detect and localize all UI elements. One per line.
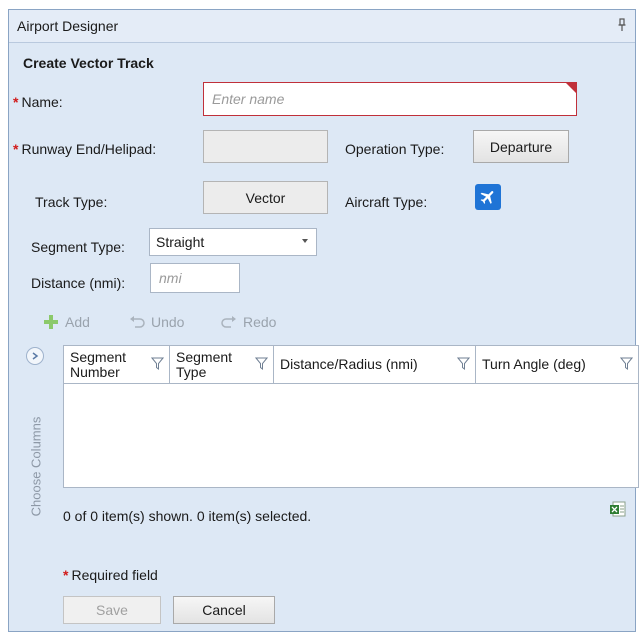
column-header-turn-angle[interactable]: Turn Angle (deg) xyxy=(476,346,638,383)
segments-grid: Segment Number Segment Type Distance/Rad… xyxy=(63,345,639,488)
add-label: Add xyxy=(65,314,90,330)
required-mark: * xyxy=(13,94,19,110)
add-icon xyxy=(44,315,58,329)
column-header-distance-radius[interactable]: Distance/Radius (nmi) xyxy=(274,346,476,383)
filter-icon[interactable] xyxy=(255,357,268,370)
column-label: Segment Number xyxy=(70,348,127,380)
expand-columns-button[interactable] xyxy=(26,347,44,365)
runway-label: * Runway End/Helipad: xyxy=(13,141,156,157)
distance-label: Distance (nmi): xyxy=(31,275,126,291)
name-input[interactable]: Enter name xyxy=(203,82,577,116)
chevron-down-icon xyxy=(302,239,308,243)
validation-error-indicator xyxy=(566,83,576,93)
redo-label: Redo xyxy=(243,314,277,330)
required-mark: * xyxy=(13,141,19,157)
choose-columns-strip[interactable]: Choose Columns xyxy=(23,347,49,615)
filter-icon[interactable] xyxy=(457,357,470,370)
required-field-note: * Required field xyxy=(63,567,158,583)
required-field-text: Required field xyxy=(71,567,158,583)
form-title: Create Vector Track xyxy=(23,55,154,71)
segment-type-value: Straight xyxy=(156,234,205,250)
grid-status-text: 0 of 0 item(s) shown. 0 item(s) selected… xyxy=(63,508,312,524)
track-type-field: Vector xyxy=(203,181,328,214)
add-button[interactable]: Add xyxy=(43,314,90,330)
operation-type-button[interactable]: Departure xyxy=(473,130,569,163)
undo-label: Undo xyxy=(151,314,185,330)
redo-icon xyxy=(221,316,236,328)
name-label: * Name: xyxy=(13,94,63,110)
column-header-segment-type[interactable]: Segment Type xyxy=(170,346,274,383)
aircraft-type-button[interactable] xyxy=(475,184,501,210)
pin-icon[interactable] xyxy=(617,18,627,32)
aircraft-type-label: Aircraft Type: xyxy=(345,194,428,210)
undo-icon xyxy=(130,316,145,328)
operation-type-label: Operation Type: xyxy=(345,141,445,157)
segment-type-label: Segment Type: xyxy=(31,239,125,255)
excel-export-icon[interactable] xyxy=(609,500,627,518)
filter-icon[interactable] xyxy=(620,357,633,370)
distance-input[interactable]: nmi xyxy=(150,263,240,293)
window-title: Airport Designer xyxy=(17,18,119,34)
choose-columns-label[interactable]: Choose Columns xyxy=(29,402,44,532)
cancel-button[interactable]: Cancel xyxy=(173,596,275,624)
distance-placeholder: nmi xyxy=(159,270,182,286)
airport-designer-panel: Airport Designer Create Vector Track * Na… xyxy=(8,9,639,632)
window-titlebar: Airport Designer xyxy=(9,10,635,43)
grid-header: Segment Number Segment Type Distance/Rad… xyxy=(64,346,638,384)
name-label-text: Name: xyxy=(21,94,63,110)
airplane-icon xyxy=(480,191,494,204)
column-header-segment-number[interactable]: Segment Number xyxy=(64,346,170,383)
column-label: Segment Type xyxy=(176,348,233,380)
filter-icon[interactable] xyxy=(151,357,164,370)
track-type-label: Track Type: xyxy=(35,194,108,210)
redo-button[interactable]: Redo xyxy=(221,314,276,330)
column-label: Turn Angle (deg) xyxy=(482,356,586,372)
runway-label-text: Runway End/Helipad: xyxy=(21,141,157,157)
segment-type-select[interactable]: Straight xyxy=(149,228,317,256)
column-label: Distance/Radius (nmi) xyxy=(280,356,418,372)
name-placeholder: Enter name xyxy=(212,91,285,107)
chevron-right-icon xyxy=(32,352,39,360)
runway-field[interactable] xyxy=(203,130,328,163)
save-button[interactable]: Save xyxy=(63,596,161,624)
undo-button[interactable]: Undo xyxy=(129,314,184,330)
required-mark: * xyxy=(63,567,69,583)
